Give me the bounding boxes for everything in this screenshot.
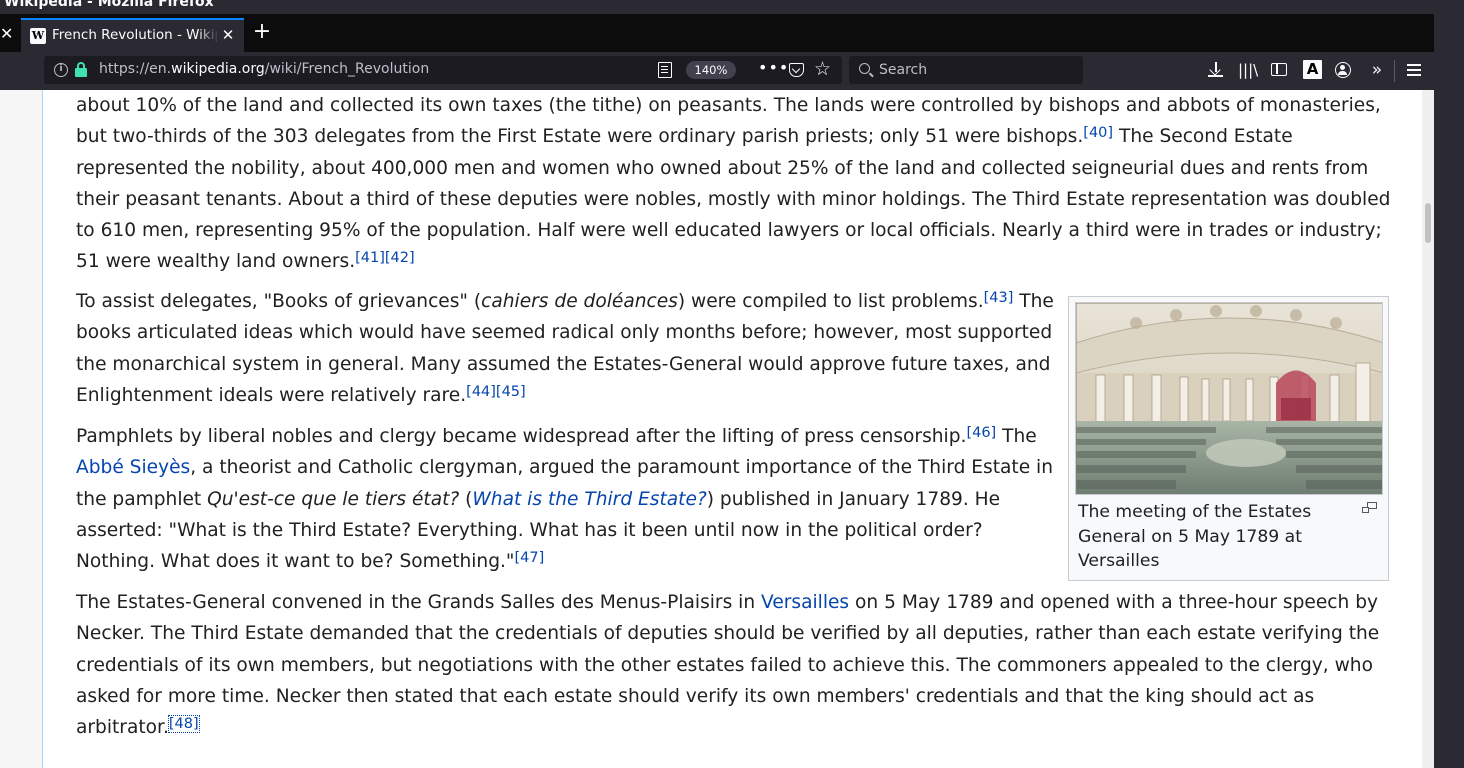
tab-strip: ✕ W French Revolution - Wikipedia ✕ + xyxy=(0,14,1434,52)
url-path: /wiki/French_Revolution xyxy=(264,61,430,77)
search-bar[interactable] xyxy=(849,56,1083,84)
downloads-icon[interactable] xyxy=(1206,58,1226,82)
figure-thumbnail: The meeting of the Estates General on 5 … xyxy=(1068,296,1389,581)
citation-link[interactable]: [48] xyxy=(167,715,200,734)
new-tab-button[interactable]: + xyxy=(252,20,272,44)
url-prefix: https://en. xyxy=(99,61,172,77)
toolbar-separator xyxy=(1394,60,1395,82)
window-titlebar: Wikipedia - Mozilla Firefox xyxy=(0,0,1434,14)
citation: [46] xyxy=(966,425,996,441)
citation: [48] xyxy=(167,715,200,734)
page-viewport: about 10% of the land and collected its … xyxy=(0,90,1434,768)
tab-close-icon[interactable]: ✕ xyxy=(220,25,236,45)
zoom-level-badge[interactable]: 140% xyxy=(686,61,736,79)
citation: [40] xyxy=(1083,125,1113,141)
italic-title: Qu'est-ce que le tiers état? xyxy=(207,488,460,510)
page-scrollbar[interactable] xyxy=(1422,90,1434,768)
lock-icon[interactable] xyxy=(75,62,87,78)
link-abbe-sieyes[interactable]: Abbé Sieyès xyxy=(76,457,190,478)
tab-title: French Revolution - Wikipedia xyxy=(52,27,217,43)
article-paragraph: about 10% of the land and collected its … xyxy=(76,95,1391,273)
scrollbar-thumb[interactable] xyxy=(1425,203,1431,243)
citation: [44][45] xyxy=(466,384,526,400)
wikipedia-favicon-icon: W xyxy=(30,28,46,44)
navigation-toolbar: i https://en.wikipedia.org/wiki/French_R… xyxy=(0,52,1434,90)
page-actions-icon[interactable]: ••• xyxy=(758,58,789,77)
citation: [43] xyxy=(984,290,1014,306)
bookmark-star-icon[interactable]: ☆ xyxy=(814,58,831,80)
painting-illustration xyxy=(1076,303,1382,494)
article-paragraph: To assist delegates, "Books of grievance… xyxy=(76,290,1054,406)
enlarge-icon[interactable] xyxy=(1362,502,1378,514)
citation: [41][42] xyxy=(355,250,415,266)
reader-view-icon[interactable] xyxy=(658,62,672,78)
estates-general-painting[interactable] xyxy=(1075,302,1383,495)
site-info-icon[interactable]: i xyxy=(54,63,68,77)
hamburger-menu-icon[interactable] xyxy=(1405,58,1423,82)
figure-caption: The meeting of the Estates General on 5 … xyxy=(1078,502,1312,571)
sidebar-icon[interactable] xyxy=(1270,58,1288,82)
citation-link[interactable]: [42] xyxy=(385,250,415,266)
citation-link[interactable]: [43] xyxy=(984,290,1014,306)
citation-link[interactable]: [47] xyxy=(515,550,545,566)
url-domain: wikipedia.org xyxy=(171,61,265,77)
pocket-icon[interactable] xyxy=(789,63,804,77)
citation-link[interactable]: [44] xyxy=(466,384,496,400)
library-icon[interactable]: |||\ xyxy=(1238,58,1258,82)
citation-link[interactable]: [41] xyxy=(355,250,385,266)
account-icon[interactable] xyxy=(1335,62,1351,78)
link-versailles[interactable]: Versailles xyxy=(761,592,849,613)
article-paragraph: The Estates-General convened in the Gran… xyxy=(76,592,1380,739)
downloads-icon-base xyxy=(1208,75,1223,77)
window-title: Wikipedia - Mozilla Firefox xyxy=(4,0,214,10)
link-what-is-the-third-estate[interactable]: What is the Third Estate? xyxy=(472,489,706,510)
article-paragraph: Pamphlets by liberal nobles and clergy b… xyxy=(76,425,1054,573)
url-text[interactable]: https://en.wikipedia.org/wiki/French_Rev… xyxy=(99,61,429,77)
citation-link[interactable]: [45] xyxy=(496,384,526,400)
window-edge xyxy=(1434,0,1464,768)
citation: [47] xyxy=(515,550,545,566)
close-icon[interactable]: ✕ xyxy=(0,24,14,44)
search-input[interactable] xyxy=(879,60,1074,80)
search-icon xyxy=(859,63,870,74)
citation-link[interactable]: [46] xyxy=(966,425,996,441)
citation-link[interactable]: [40] xyxy=(1083,125,1113,141)
tab-french-revolution[interactable]: W French Revolution - Wikipedia ✕ xyxy=(21,18,244,52)
overflow-menu-icon[interactable]: » xyxy=(1367,58,1387,82)
italic-term: cahiers de doléances xyxy=(481,291,678,312)
tab-title-fade xyxy=(197,22,219,48)
font-icon[interactable]: A xyxy=(1303,60,1322,79)
url-bar[interactable]: i https://en.wikipedia.org/wiki/French_R… xyxy=(44,56,842,84)
